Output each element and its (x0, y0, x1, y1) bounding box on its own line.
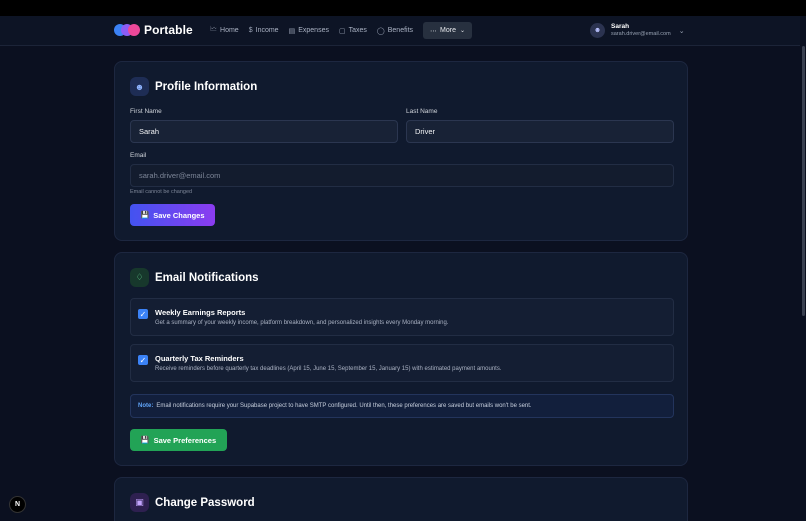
nav-item-taxes[interactable]: ▢ Taxes (339, 22, 367, 39)
dev-tools-badge[interactable]: N (9, 496, 26, 513)
email-input: sarah.driver@email.com (130, 164, 674, 187)
chevron-down-icon: ⌄ (459, 28, 466, 34)
profile-title: Profile Information (155, 80, 258, 93)
page-scrollbar[interactable] (802, 46, 805, 316)
profile-card-header: ☻ Profile Information (130, 77, 257, 96)
nav-item-benefits[interactable]: ◯ Benefits (377, 22, 413, 39)
nav-item-home[interactable]: 🗠 Home (210, 22, 239, 39)
quarterly-tax-checkbox[interactable]: ✓ (138, 355, 148, 365)
profile-card: ☻ Profile Information First Name Sarah L… (114, 61, 688, 241)
note-label: Note: (138, 403, 154, 409)
nav-item-expenses[interactable]: ▤ Expenses (289, 22, 329, 39)
save-icon: 💾 (140, 212, 150, 219)
ellipsis-icon: ⋯ (430, 27, 438, 35)
brand-name: Portable (144, 23, 193, 37)
password-card-header: ▣ Change Password (130, 493, 255, 512)
save-preferences-label: Save Preferences (153, 435, 217, 445)
document-icon: ▢ (338, 27, 346, 35)
password-title: Change Password (155, 496, 255, 509)
quarterly-tax-title: Quarterly Tax Reminders (155, 354, 244, 363)
notifications-card: ♢ Email Notifications ✓ Weekly Earnings … (114, 252, 688, 466)
chevron-down-icon: ⌄ (678, 27, 685, 35)
user-icon: ☻ (130, 77, 149, 96)
nav-item-label: Taxes (348, 27, 367, 34)
notifications-title: Email Notifications (155, 271, 259, 284)
email-hint: Email cannot be changed (130, 189, 193, 195)
last-name-label: Last Name (406, 108, 438, 115)
smtp-note: Note: Email notifications require your S… (130, 394, 674, 418)
weekly-earnings-title: Weekly Earnings Reports (155, 308, 246, 317)
save-preferences-button[interactable]: 💾 Save Preferences (130, 429, 227, 451)
email-label: Email (130, 152, 147, 159)
user-name: Sarah (611, 23, 630, 30)
last-name-input[interactable]: Driver (406, 120, 674, 143)
password-card: ▣ Change Password (114, 477, 688, 521)
quarterly-tax-description: Receive reminders before quarterly tax d… (155, 366, 502, 372)
window-top-bar (0, 0, 806, 16)
notifications-card-header: ♢ Email Notifications (130, 268, 259, 287)
save-changes-label: Save Changes (153, 210, 205, 220)
receipt-icon: ▤ (288, 27, 296, 35)
dollar-icon: $ (248, 27, 253, 34)
quarterly-tax-option[interactable]: ✓ Quarterly Tax Reminders Receive remind… (130, 344, 674, 382)
shield-icon: ◯ (376, 27, 385, 35)
nav-item-label: Home (220, 27, 239, 34)
user-email: sarah.driver@email.com (611, 31, 671, 37)
user-menu[interactable]: ☻ Sarah sarah.driver@email.com ⌄ (590, 23, 685, 38)
save-icon: 💾 (140, 437, 150, 444)
nav-item-label: Income (255, 27, 279, 34)
save-changes-button[interactable]: 💾 Save Changes (130, 204, 215, 226)
note-text: Email notifications require your Supabas… (156, 403, 532, 409)
nav-item-label: Expenses (298, 27, 329, 34)
weekly-earnings-checkbox[interactable]: ✓ (138, 309, 148, 319)
weekly-earnings-option[interactable]: ✓ Weekly Earnings Reports Get a summary … (130, 298, 674, 336)
first-name-input[interactable]: Sarah (130, 120, 398, 143)
chart-icon: 🗠 (210, 26, 218, 33)
lock-icon: ▣ (130, 493, 149, 512)
user-avatar-icon: ☻ (590, 23, 605, 38)
first-name-label: First Name (130, 108, 162, 115)
nav-item-income[interactable]: $ Income (249, 22, 279, 39)
nav-more-label: More (440, 27, 456, 34)
brand-logo[interactable]: Portable (114, 23, 193, 37)
bell-icon: ♢ (130, 268, 149, 287)
nav-links: 🗠 Home $ Income ▤ Expenses ▢ Taxes ◯ Ben… (210, 22, 473, 39)
nav-more-button[interactable]: ⋯ More ⌄ (423, 22, 473, 39)
weekly-earnings-description: Get a summary of your weekly income, pla… (155, 320, 449, 326)
top-navigation: Portable 🗠 Home $ Income ▤ Expenses ▢ Ta… (0, 16, 800, 46)
user-info: Sarah sarah.driver@email.com (611, 23, 671, 38)
logo-mark-icon (114, 23, 140, 37)
nav-item-label: Benefits (387, 27, 414, 34)
